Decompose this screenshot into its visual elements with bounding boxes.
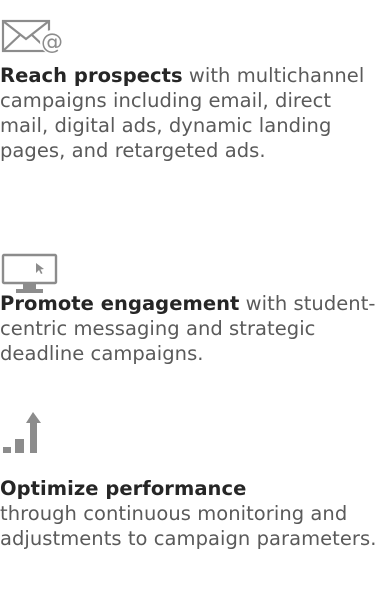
feature-lead: Optimize performance [0, 477, 247, 500]
feature-text: Reach prospects with multichannel campai… [0, 63, 381, 163]
feature-lead: Reach prospects [0, 64, 183, 87]
feature-text: Optimize performance through continuous … [0, 476, 381, 551]
feature-text: Promote engagement with student-centric … [0, 291, 381, 366]
svg-text:@: @ [41, 30, 63, 55]
feature-connector: with [188, 64, 231, 87]
feature-description: through continuous monitoring and adjust… [0, 502, 377, 550]
feature-lead: Promote engagement [0, 292, 240, 315]
email-at-icon: @ [1, 19, 64, 55]
growth-bars-icon [3, 412, 41, 453]
feature-connector: with [245, 292, 288, 315]
